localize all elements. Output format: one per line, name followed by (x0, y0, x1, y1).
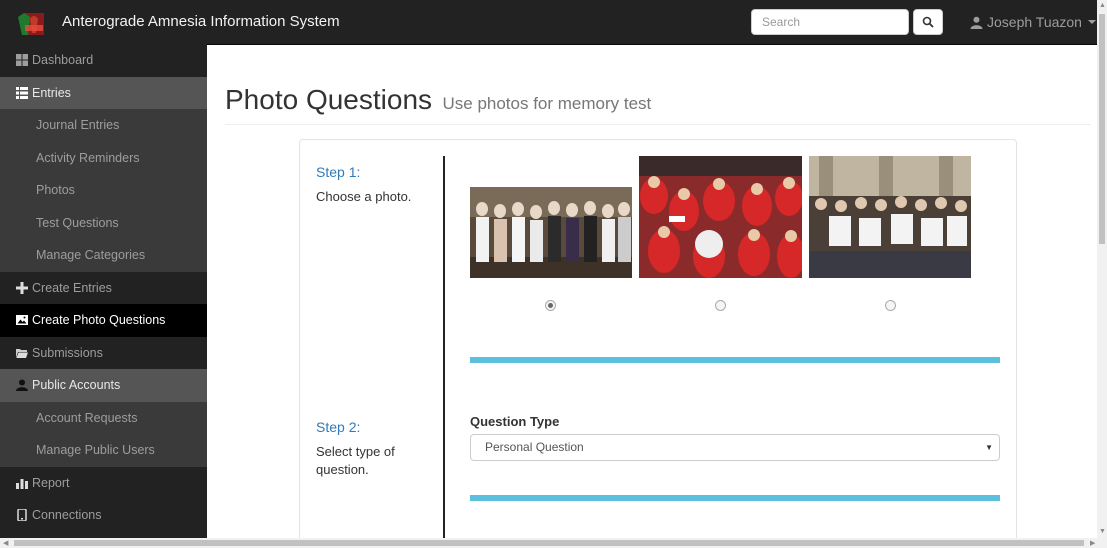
sidebar-item-label: Create Photo Questions (32, 313, 166, 328)
sidebar-item-test-questions[interactable]: Test Questions (0, 206, 207, 239)
sidebar-item-label: Account Requests (36, 410, 138, 425)
photo-1-radio[interactable] (545, 300, 556, 311)
scroll-up-icon[interactable]: ▲ (1099, 2, 1106, 9)
top-navbar: Anterograde Amnesia Information System J… (0, 0, 1097, 45)
sidebar-item-label: Manage Public Users (36, 443, 155, 458)
vertical-divider (443, 156, 445, 538)
scroll-down-icon[interactable]: ▼ (1099, 528, 1106, 535)
step-2-description: Select type of question. (316, 444, 395, 477)
sidebar-item-create-entries[interactable]: Create Entries (0, 272, 207, 305)
sidebar-item-submissions[interactable]: Submissions (0, 337, 207, 370)
dropdown-arrow-icon: ▼ (985, 443, 993, 452)
sidebar-item-label: Manage Categories (36, 248, 146, 263)
sidebar-item-dashboard[interactable]: Dashboard (0, 44, 207, 77)
app-logo-icon[interactable] (14, 7, 46, 39)
sidebar-item-account-requests[interactable]: Account Requests (0, 401, 207, 434)
scroll-left-icon[interactable]: ◀ (3, 539, 8, 547)
page-title: Photo Questions (225, 84, 433, 115)
sidebar-item-public-accounts[interactable]: Public Accounts (0, 369, 207, 402)
question-type-select[interactable]: Personal Question ▼ (470, 434, 1000, 461)
sidebar-item-label: Entries (32, 85, 71, 100)
photo-3-radio[interactable] (885, 300, 896, 311)
sidebar-item-photos[interactable]: Photos (0, 174, 207, 207)
search-icon (922, 16, 934, 28)
sidebar-item-label: Journal Entries (36, 118, 120, 133)
list-icon (16, 86, 28, 99)
user-name: Joseph Tuazon (987, 14, 1082, 30)
sidebar-item-entries[interactable]: Entries (0, 76, 207, 109)
sidebar-item-activity-reminders[interactable]: Activity Reminders (0, 141, 207, 174)
sidebar-item-manage-public-users[interactable]: Manage Public Users (0, 434, 207, 467)
sidebar-item-report[interactable]: Report (0, 467, 207, 500)
bar-chart-icon (16, 478, 28, 489)
sidebar-item-label: Public Accounts (32, 378, 121, 393)
sidebar-item-label: Connections (32, 508, 102, 523)
step-1-description: Choose a photo. (316, 189, 412, 204)
step-2-title: Step 2: (316, 419, 361, 435)
page-header: Photo Questions Use photos for memory te… (225, 84, 1091, 125)
picture-icon (16, 315, 28, 326)
app-title[interactable]: Anterograde Amnesia Information System (62, 13, 340, 30)
sidebar-item-label: Photos (36, 183, 75, 198)
wizard-panel: Step 1: Choose a photo. Step 2: Select t… (299, 139, 1017, 538)
folder-icon (16, 348, 28, 358)
scroll-right-icon[interactable]: ▶ (1090, 539, 1095, 547)
page-subtitle: Use photos for memory test (442, 94, 652, 113)
search-input[interactable] (751, 9, 909, 35)
search-button[interactable] (913, 9, 943, 35)
horizontal-scroll-thumb[interactable] (14, 540, 1084, 546)
sidebar-item-connections[interactable]: Connections (0, 499, 207, 532)
chevron-down-icon (1087, 20, 1096, 24)
photo-2-radio[interactable] (715, 300, 726, 311)
vertical-scrollbar[interactable]: ▲ ▼ (1097, 0, 1107, 538)
vertical-scroll-thumb[interactable] (1099, 14, 1105, 244)
sidebar-item-label: Report (32, 475, 70, 490)
plus-icon (16, 281, 28, 294)
user-icon (970, 16, 983, 29)
sidebar-item-manage-categories[interactable]: Manage Categories (0, 239, 207, 272)
step-2-progress-bar (470, 495, 1000, 501)
sidebar-item-label: Submissions (32, 345, 103, 360)
sidebar: Dashboard Entries Journal Entries Activi… (0, 44, 207, 538)
user-menu-toggle[interactable]: Joseph Tuazon (970, 14, 1096, 30)
dashboard-icon (16, 54, 28, 67)
horizontal-scrollbar[interactable]: ◀ ▶ (0, 538, 1107, 548)
question-type-label: Question Type (470, 414, 560, 429)
sidebar-item-label: Dashboard (32, 53, 94, 68)
phone-icon (17, 509, 27, 522)
photo-option-3[interactable] (809, 156, 971, 278)
sidebar-item-label: Test Questions (36, 215, 119, 230)
step-1-title: Step 1: (316, 164, 361, 180)
photo-option-1[interactable] (470, 187, 632, 278)
main-content: Photo Questions Use photos for memory te… (207, 44, 1097, 538)
sidebar-item-label: Create Entries (32, 280, 112, 295)
sidebar-item-create-photo-questions[interactable]: Create Photo Questions (0, 304, 207, 337)
sidebar-item-label: Activity Reminders (36, 150, 140, 165)
question-type-value: Personal Question (485, 440, 584, 454)
step-1-progress-bar (470, 357, 1000, 363)
photo-option-2[interactable] (639, 156, 802, 278)
sidebar-item-journal-entries[interactable]: Journal Entries (0, 109, 207, 142)
user-icon (16, 379, 28, 392)
